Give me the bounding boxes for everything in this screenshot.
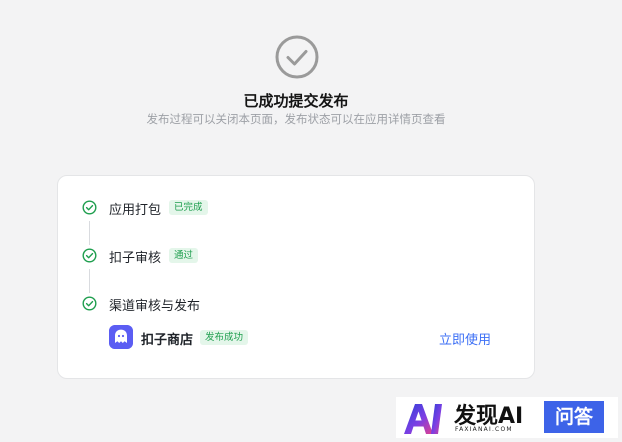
step-complete-icon [82, 248, 97, 263]
store-logo-icon [109, 325, 133, 349]
step-label-packaging: 应用打包 [109, 203, 162, 218]
step-status-badge-review: 通过 [169, 248, 199, 263]
page-subtitle: 发布过程可以关闭本页面，发布状态可以在应用详情页查看 [146, 112, 446, 126]
step-connector [89, 221, 90, 245]
step-label-review: 扣子审核 [109, 251, 162, 266]
step-complete-icon [82, 200, 97, 215]
step-status-badge-packaging: 已完成 [169, 200, 208, 215]
watermark: 发现AI FAXIANAI.COM 问答 [396, 397, 618, 438]
watermark-ask-badge: 问答 [544, 401, 604, 433]
page-title: 已成功提交发布 [243, 92, 349, 110]
channel-name: 扣子商店 [141, 333, 194, 348]
watermark-logo [404, 404, 442, 434]
step-connector [89, 269, 90, 293]
use-now-link[interactable]: 立即使用 [439, 329, 491, 348]
channel-status-badge: 发布成功 [200, 330, 249, 345]
step-label-channel-release: 渠道审核与发布 [109, 299, 201, 314]
step-complete-icon [82, 296, 97, 311]
watermark-domain: FAXIANAI.COM [455, 426, 513, 433]
success-check-icon [275, 35, 319, 79]
